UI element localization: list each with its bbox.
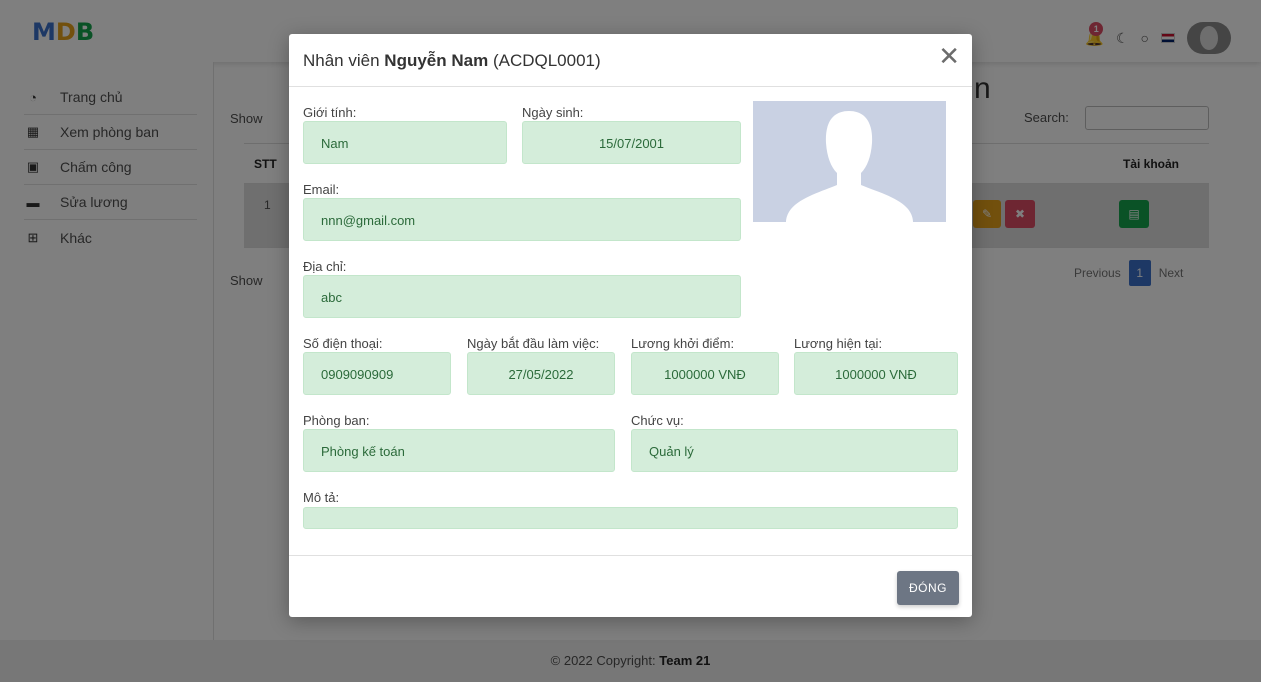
start-date-label: Ngày bắt đầu làm việc: — [467, 336, 600, 351]
dob-label: Ngày sinh: — [522, 105, 584, 120]
current-salary-field[interactable]: 1000000 VNĐ — [794, 352, 958, 395]
modal-title-prefix: Nhân viên — [303, 51, 380, 70]
base-salary-field[interactable]: 1000000 VNĐ — [631, 352, 779, 395]
department-field[interactable]: Phòng kế toán — [303, 429, 615, 472]
description-field[interactable] — [303, 507, 958, 529]
address-field[interactable]: abc — [303, 275, 741, 318]
position-field[interactable]: Quản lý — [631, 429, 958, 472]
close-button[interactable]: ĐÓNG — [897, 571, 959, 605]
modal-title: Nhân viên Nguyễn Nam (ACDQL0001) — [303, 51, 601, 71]
address-label: Địa chỉ: — [303, 259, 347, 274]
dob-field[interactable]: 15/07/2001 — [522, 121, 741, 164]
phone-field[interactable]: 0909090909 — [303, 352, 451, 395]
start-date-field[interactable]: 27/05/2022 — [467, 352, 615, 395]
modal-footer: ĐÓNG — [289, 555, 972, 617]
gender-field[interactable]: Nam — [303, 121, 507, 164]
close-icon[interactable]: ✕ — [938, 43, 960, 69]
current-salary-label: Lương hiện tại: — [794, 336, 883, 351]
modal-header: Nhân viên Nguyễn Nam (ACDQL0001) ✕ — [289, 34, 972, 87]
department-label: Phòng ban: — [303, 413, 370, 428]
avatar-silhouette-icon — [753, 101, 946, 222]
email-field[interactable]: nnn@gmail.com — [303, 198, 741, 241]
employee-photo — [753, 101, 946, 222]
position-label: Chức vụ: — [631, 413, 684, 428]
modal-title-code: (ACDQL0001) — [492, 51, 601, 70]
employee-detail-modal: Nhân viên Nguyễn Nam (ACDQL0001) ✕ Giới … — [289, 34, 972, 617]
modal-title-name: Nguyễn Nam — [384, 51, 489, 70]
phone-label: Số điện thoại: — [303, 336, 383, 351]
gender-label: Giới tính: — [303, 105, 357, 120]
email-label: Email: — [303, 182, 340, 197]
description-label: Mô tả: — [303, 490, 340, 505]
base-salary-label: Lương khởi điểm: — [631, 336, 735, 351]
